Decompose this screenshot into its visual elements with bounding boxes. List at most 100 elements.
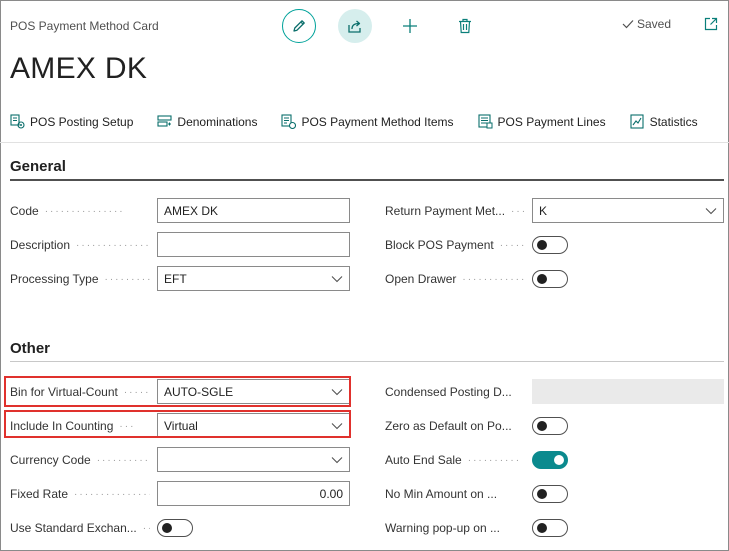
code-field[interactable]: AMEX DK	[157, 198, 350, 223]
block-pos-payment-label: Block POS Payment ·······	[385, 233, 527, 257]
action-pos-payment-method-items[interactable]: POS Payment Method Items	[281, 114, 454, 129]
warning-popup-toggle[interactable]	[532, 519, 568, 537]
action-bar: POS Posting Setup Denominations POS Paym…	[10, 114, 722, 129]
currency-code-select[interactable]	[157, 447, 350, 472]
zero-as-default-toggle[interactable]	[532, 417, 568, 435]
block-pos-payment-toggle[interactable]	[532, 236, 568, 254]
section-other-heading[interactable]: Other	[10, 340, 50, 357]
action-pos-posting-setup[interactable]: POS Posting Setup	[10, 114, 133, 129]
leader-dots: ·······	[499, 239, 527, 251]
currency-code-label: Currency Code ··········	[10, 448, 150, 472]
toggle-knob	[537, 274, 547, 284]
processing-type-label: Processing Type ···············	[10, 267, 150, 291]
action-label: POS Payment Lines	[497, 114, 606, 129]
description-label: Description ···············	[10, 233, 150, 257]
use-standard-exchange-label: Use Standard Exchan... ··	[10, 516, 150, 540]
payment-lines-icon	[477, 114, 493, 129]
code-label: Code ···············	[10, 199, 150, 223]
condensed-posting-label: Condensed Posting D...	[385, 380, 527, 404]
field-label-text: Open Drawer	[385, 272, 457, 286]
description-field[interactable]	[157, 232, 350, 257]
open-drawer-label: Open Drawer ··············	[385, 267, 527, 291]
action-label: Denominations	[177, 114, 258, 129]
chevron-down-icon	[705, 207, 717, 214]
processing-type-value: EFT	[164, 271, 187, 286]
leader-dots: ···	[511, 205, 527, 217]
field-label-text: Processing Type	[10, 272, 99, 286]
zero-as-default-label: Zero as Default on Po...	[385, 414, 527, 438]
saved-label: Saved	[637, 17, 672, 31]
statistics-icon	[630, 114, 644, 129]
pencil-icon	[293, 20, 305, 32]
code-value: AMEX DK	[164, 203, 219, 218]
action-bar-divider	[0, 142, 729, 143]
page-caption: POS Payment Method Card	[10, 19, 159, 33]
leader-dots: ···············	[104, 273, 151, 285]
open-new-window-button[interactable]	[704, 17, 718, 36]
return-payment-method-label: Return Payment Met... ···	[385, 199, 527, 223]
toggle-knob	[537, 421, 547, 431]
toggle-knob	[537, 489, 547, 499]
open-new-window-icon	[704, 17, 718, 31]
action-label: Statistics	[649, 114, 698, 129]
warning-popup-label: Warning pop-up on ...	[385, 516, 527, 540]
section-divider	[10, 179, 724, 181]
check-icon	[622, 20, 634, 29]
chevron-down-icon	[331, 456, 343, 463]
toggle-knob	[554, 455, 564, 465]
section-divider	[10, 361, 724, 362]
use-standard-exchange-toggle[interactable]	[157, 519, 193, 537]
field-label-text: No Min Amount on ...	[385, 487, 498, 501]
action-label: POS Payment Method Items	[301, 114, 454, 129]
field-label-text: Warning pop-up on ...	[385, 521, 500, 535]
payment-items-icon	[281, 114, 297, 129]
field-label-text: Fixed Rate	[10, 487, 69, 501]
toggle-knob	[162, 523, 172, 533]
auto-end-sale-toggle[interactable]	[532, 451, 568, 469]
return-payment-method-select[interactable]: K	[532, 198, 724, 223]
share-icon	[348, 20, 361, 33]
leader-dots: ··········	[467, 454, 522, 466]
fixed-rate-field[interactable]: 0.00	[157, 481, 350, 506]
toggle-knob	[537, 240, 547, 250]
field-label-text: Description	[10, 238, 71, 252]
share-button[interactable]	[338, 9, 372, 43]
condensed-posting-field	[532, 379, 724, 404]
field-label-text: Currency Code	[10, 453, 91, 467]
action-label: POS Posting Setup	[30, 114, 134, 129]
no-min-amount-label: No Min Amount on ...	[385, 482, 527, 506]
field-label-text: Auto End Sale	[385, 453, 462, 467]
leader-dots: ···············	[44, 205, 125, 217]
delete-button[interactable]	[453, 14, 477, 38]
highlight-box	[4, 376, 351, 407]
action-statistics[interactable]: Statistics	[630, 114, 698, 129]
fixed-rate-label: Fixed Rate ···············	[10, 482, 150, 506]
denominations-icon	[157, 115, 172, 127]
field-label-text: Use Standard Exchan...	[10, 521, 137, 535]
field-label-text: Condensed Posting D...	[385, 385, 512, 399]
return-payment-method-value: K	[539, 203, 548, 218]
plus-icon	[403, 19, 417, 33]
action-pos-payment-lines[interactable]: POS Payment Lines	[477, 114, 606, 129]
leader-dots: ···············	[74, 488, 150, 500]
posting-setup-icon	[10, 114, 25, 129]
open-drawer-toggle[interactable]	[532, 270, 568, 288]
trash-icon	[459, 18, 471, 34]
highlight-box	[4, 410, 351, 438]
leader-dots: ··········	[96, 454, 150, 466]
leader-dots: ··	[142, 522, 150, 534]
no-min-amount-toggle[interactable]	[532, 485, 568, 503]
field-label-text: Code	[10, 204, 39, 218]
fixed-rate-value: 0.00	[319, 486, 343, 501]
toggle-knob	[537, 523, 547, 533]
section-general-heading[interactable]: General	[10, 158, 66, 175]
action-denominations[interactable]: Denominations	[157, 114, 257, 129]
new-button[interactable]	[398, 14, 422, 38]
field-label-text: Return Payment Met...	[385, 204, 506, 218]
saved-status: Saved	[622, 17, 671, 31]
field-label-text: Block POS Payment	[385, 238, 494, 252]
processing-type-select[interactable]: EFT	[157, 266, 350, 291]
chevron-down-icon	[331, 275, 343, 282]
edit-button[interactable]	[282, 9, 316, 43]
record-title: AMEX DK	[10, 52, 148, 85]
